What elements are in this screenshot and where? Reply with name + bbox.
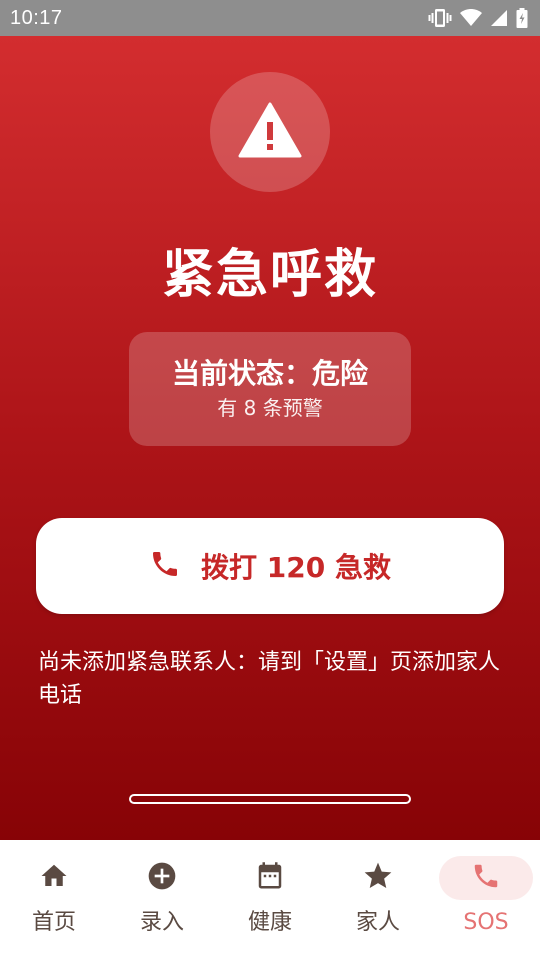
- warning-badge: [210, 72, 330, 192]
- nav-label-family: 家人: [355, 910, 400, 935]
- vibrate-icon: [428, 8, 452, 28]
- status-icons: [428, 8, 528, 28]
- current-status-text: 当前状态：危险: [171, 357, 368, 390]
- nav-icon-container: [115, 856, 209, 900]
- signal-icon: [490, 9, 508, 27]
- emergency-contact-notice: 尚未添加紧急联系人：请到「设置」页添加家人电话: [38, 650, 501, 708]
- phone-icon: [149, 548, 181, 584]
- warning-icon: [238, 102, 302, 162]
- status-time: 10:17: [10, 6, 63, 29]
- call-120-button[interactable]: 拨打 120 急救: [36, 518, 504, 614]
- nav-label-sos: SOS: [463, 910, 509, 935]
- battery-icon: [516, 8, 528, 28]
- page-title: 紧急呼救: [161, 245, 378, 305]
- nav-icon-container: [331, 856, 425, 900]
- status-card: 当前状态：危险 有 8 条预警: [129, 332, 411, 446]
- add-circle-icon: [146, 860, 178, 896]
- phone-icon: [471, 861, 501, 895]
- call-button-label: 拨打 120 急救: [201, 551, 391, 584]
- nav-item-family[interactable]: 家人: [324, 840, 432, 960]
- nav-icon-container: [7, 856, 101, 900]
- bottom-nav: 首页 录入 健康 家人 SOS: [0, 840, 540, 960]
- sos-screen: 紧急呼救 当前状态：危险 有 8 条预警 拨打 120 急救 尚未添加紧急联系人…: [0, 36, 540, 840]
- star-icon: [362, 860, 394, 896]
- nav-item-entry[interactable]: 录入: [108, 840, 216, 960]
- home-icon: [39, 861, 69, 895]
- home-indicator: [129, 794, 411, 804]
- nav-label-entry: 录入: [139, 910, 184, 935]
- nav-icon-container: [439, 856, 533, 900]
- nav-label-health: 健康: [247, 910, 292, 935]
- calendar-icon: [255, 861, 285, 895]
- nav-label-home: 首页: [31, 910, 76, 935]
- nav-item-health[interactable]: 健康: [216, 840, 324, 960]
- status-bar: 10:17: [0, 0, 540, 36]
- wifi-icon: [460, 9, 482, 27]
- nav-item-home[interactable]: 首页: [0, 840, 108, 960]
- warning-count-text: 有 8 条预警: [217, 396, 323, 420]
- nav-item-sos[interactable]: SOS: [432, 840, 540, 960]
- nav-icon-container: [223, 856, 317, 900]
